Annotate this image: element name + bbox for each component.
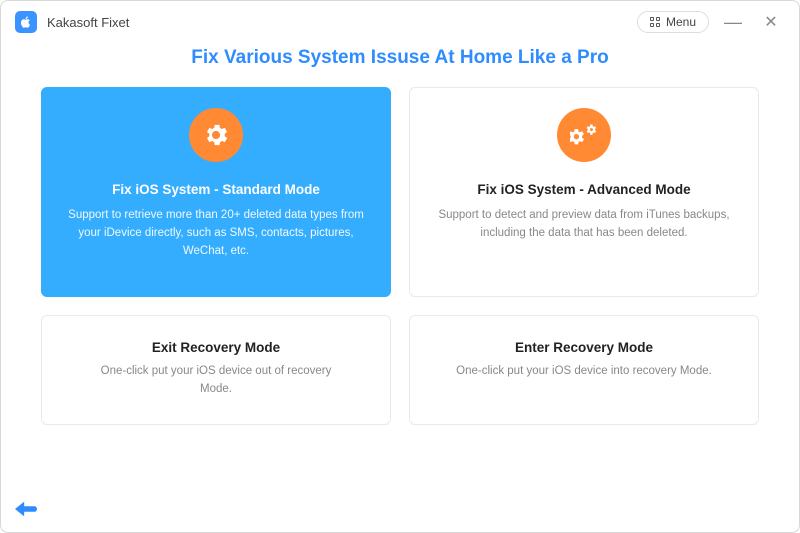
card-title: Enter Recovery Mode bbox=[515, 340, 653, 355]
card-desc: One-click put your iOS device into recov… bbox=[456, 363, 712, 381]
card-advanced-mode[interactable]: Fix iOS System - Advanced Mode Support t… bbox=[409, 87, 759, 297]
gears-icon bbox=[557, 108, 611, 162]
menu-button[interactable]: Menu bbox=[637, 11, 709, 33]
card-exit-recovery[interactable]: Exit Recovery Mode One-click put your iO… bbox=[41, 315, 391, 425]
card-standard-mode[interactable]: Fix iOS System - Standard Mode Support t… bbox=[41, 87, 391, 297]
card-title: Fix iOS System - Standard Mode bbox=[112, 182, 320, 197]
minimize-button[interactable]: — bbox=[719, 12, 747, 33]
gear-icon bbox=[189, 108, 243, 162]
card-title: Exit Recovery Mode bbox=[152, 340, 280, 355]
back-button[interactable] bbox=[15, 501, 37, 522]
titlebar: Kakasoft Fixet Menu — ✕ bbox=[1, 1, 799, 43]
card-title: Fix iOS System - Advanced Mode bbox=[477, 182, 690, 197]
close-button[interactable]: ✕ bbox=[757, 12, 785, 32]
card-desc: Support to detect and preview data from … bbox=[432, 207, 736, 243]
card-desc: Support to retrieve more than 20+ delete… bbox=[64, 207, 368, 260]
card-desc: One-click put your iOS device out of rec… bbox=[86, 363, 346, 399]
card-enter-recovery[interactable]: Enter Recovery Mode One-click put your i… bbox=[409, 315, 759, 425]
page-title: Fix Various System Issuse At Home Like a… bbox=[1, 47, 799, 69]
app-name: Kakasoft Fixet bbox=[47, 15, 129, 30]
menu-grid-icon bbox=[650, 17, 660, 27]
app-logo bbox=[15, 11, 37, 33]
menu-label: Menu bbox=[666, 15, 696, 29]
apple-icon bbox=[19, 15, 33, 29]
options-grid: Fix iOS System - Standard Mode Support t… bbox=[1, 87, 799, 425]
arrow-left-icon bbox=[15, 501, 37, 517]
